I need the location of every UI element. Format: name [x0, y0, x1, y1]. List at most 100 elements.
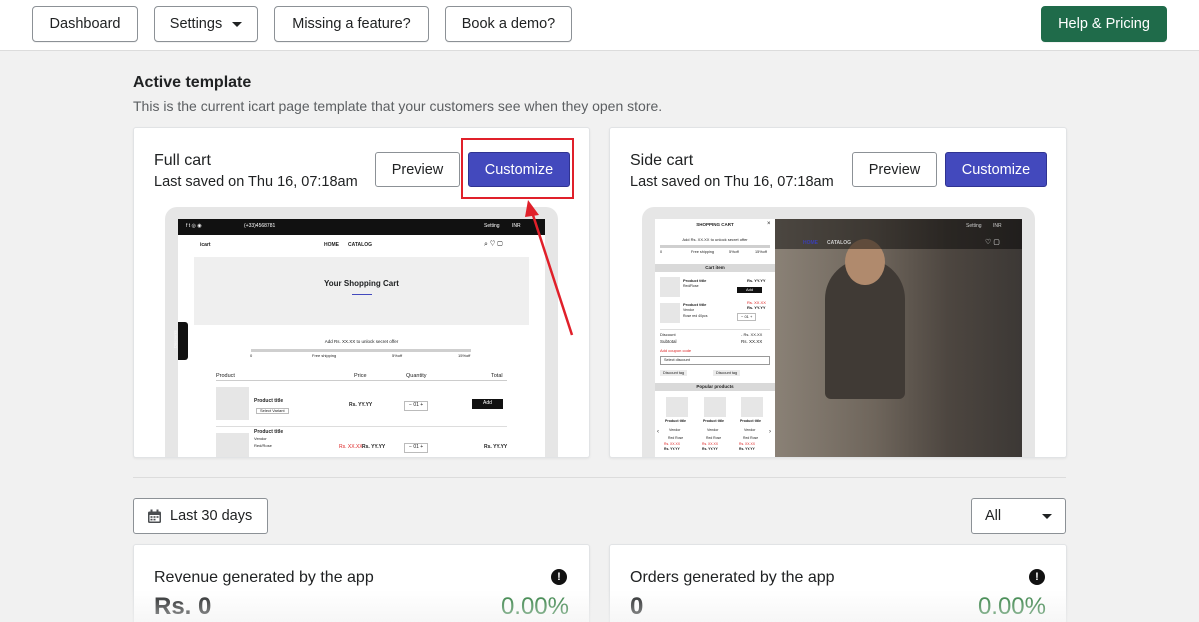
row-add-button: Add: [472, 399, 503, 409]
drawer-divider: [660, 329, 770, 330]
preview-heading: Your Shopping Cart: [324, 279, 399, 288]
preview-announcement-bar: f t ◎ ◉ (+33)4568781 Setting INR: [178, 219, 545, 235]
discount-label: Discount: [660, 332, 676, 337]
discount-tag: Discount tag: [713, 370, 741, 377]
preview-hero: Your Shopping Cart: [194, 257, 529, 325]
full-cart-preview-screen: f t ◎ ◉ (+33)4568781 Setting INR icart H…: [178, 219, 545, 457]
item1-title: Product title: [683, 278, 707, 283]
preview-table-divider: [216, 380, 507, 381]
popular-variant: Red Rose: [743, 436, 759, 440]
help-pricing-label: Help & Pricing: [1058, 16, 1150, 32]
preview-offer: Add Rs. XX.XX to unlock secret offer: [324, 339, 399, 344]
popular-price: Rs. YY.YY: [739, 447, 755, 451]
row-product-title: Product title: [254, 398, 284, 404]
date-range-label: Last 30 days: [170, 508, 253, 524]
stat-percent: 0.00%: [500, 593, 569, 620]
progress-label: 0: [250, 353, 253, 358]
drawer-offer: Add Rs. XX.XX to unlock secret offer: [682, 237, 748, 242]
row2-variant: Red/Rose: [254, 443, 272, 448]
product-image-placeholder: [216, 387, 249, 420]
popular-price: Rs. YY.YY: [702, 447, 718, 451]
help-pricing-button[interactable]: Help & Pricing: [1041, 6, 1167, 42]
side-cart-preview-frame: HOME CATALOG Setting INR ♡ ▢ SHOPPING CA…: [642, 207, 1035, 457]
missing-feature-button[interactable]: Missing a feature?: [274, 6, 429, 42]
preview-button[interactable]: Preview: [852, 152, 937, 187]
preview-setting: Setting: [484, 223, 500, 229]
item2-title: Product title: [683, 302, 707, 307]
preview-button[interactable]: Preview: [375, 152, 460, 187]
discounts-side-tab: Discounts: [173, 322, 188, 360]
annotation-arrow-icon: [525, 200, 574, 336]
orders-stat-card: Orders generated by the app ! 0 0.00%: [609, 544, 1067, 622]
template-name: Side cart: [630, 152, 694, 169]
store-nav-catalog: CATALOG: [827, 240, 851, 246]
missing-feature-label: Missing a feature?: [292, 16, 411, 32]
popular-title: Product title: [740, 419, 761, 423]
cart-item-heading: Cart item: [655, 264, 775, 272]
side-tab-label: Discounts: [172, 330, 178, 348]
drawer-progress-bar: [660, 245, 770, 248]
discount-tag: Discount tag: [660, 370, 688, 377]
close-icon: ×: [767, 221, 771, 227]
info-icon[interactable]: !: [1029, 569, 1045, 585]
store-currency: INR: [993, 223, 1002, 229]
side-cart-card: Side cart Last saved on Thu 16, 07:18am …: [609, 127, 1067, 458]
date-range-button[interactable]: Last 30 days: [133, 498, 268, 534]
last-saved: Last saved on Thu 16, 07:18am: [630, 174, 834, 190]
subtotal-value: Rs. XX.XX: [741, 339, 763, 344]
preview-heading-underline: [352, 294, 372, 295]
preview-phone: (+33)4568781: [244, 223, 276, 229]
stat-value: Rs. 0: [154, 593, 212, 620]
popular-price: Rs. YY.YY: [664, 447, 680, 451]
drawer-header: SHOPPING CART: [696, 222, 734, 227]
progress-label: Free shipping: [312, 353, 337, 358]
popular-title: Product title: [703, 419, 724, 423]
row2-qty-stepper: − 01 +: [404, 443, 429, 453]
section-divider: [133, 477, 1066, 478]
progress-label: Free shipping: [691, 250, 715, 254]
calendar-icon: [148, 509, 161, 523]
item2-qty-stepper: − 01 +: [737, 313, 757, 322]
revenue-stat-card: Revenue generated by the app ! Rs. 0 0.0…: [133, 544, 590, 622]
top-bar: Dashboard Settings Missing a feature? Bo…: [0, 0, 1199, 51]
column-header: Total: [491, 373, 503, 379]
row2-total: Rs. YY.YY: [484, 444, 508, 450]
book-demo-button[interactable]: Book a demo?: [445, 6, 572, 42]
store-nav-home: HOME: [803, 240, 818, 246]
add-coupon-link: Add coupon code: [660, 348, 692, 353]
customize-label: Customize: [961, 161, 1031, 178]
column-header: Price: [354, 373, 367, 379]
info-icon[interactable]: !: [551, 569, 567, 585]
item2-qty: 01: [744, 314, 749, 319]
store-header-icons: ♡ ▢: [985, 239, 1000, 246]
preview-row-divider: [216, 426, 507, 427]
popular-products-heading: Popular products: [655, 383, 775, 391]
preview-logo: icart: [200, 242, 211, 248]
row-qty: 01: [413, 402, 419, 408]
preview-nav-home: HOME: [324, 242, 339, 248]
active-template-description: This is the current icart page template …: [133, 98, 663, 114]
filter-select-value: All: [985, 508, 1002, 524]
item1-add-button: Add: [737, 287, 763, 294]
preview-header-icons: ⌕ ♡ ▢: [484, 241, 503, 248]
row2-vendor: Vendor: [254, 436, 267, 441]
progress-label: 0: [660, 250, 663, 254]
product-image-placeholder: [704, 397, 726, 417]
product-image-placeholder: [660, 303, 680, 323]
popular-variant: Red Rose: [668, 436, 684, 440]
preview-nav-catalog: CATALOG: [348, 242, 372, 248]
column-header: Product: [216, 373, 235, 379]
item1-variant: Red/Rose: [683, 284, 699, 288]
filter-select[interactable]: All: [971, 498, 1066, 534]
customize-button[interactable]: Customize: [945, 152, 1047, 187]
template-name: Full cart: [154, 152, 211, 169]
dashboard-button[interactable]: Dashboard: [32, 6, 138, 42]
settings-dropdown[interactable]: Settings: [154, 6, 258, 42]
popular-title: Product title: [665, 419, 686, 423]
row2-price: Rs. YY.YY: [362, 444, 386, 450]
product-image-placeholder: [216, 433, 249, 457]
dashboard-label: Dashboard: [49, 16, 121, 32]
active-template-title: Active template: [133, 74, 252, 91]
full-cart-preview-frame: f t ◎ ◉ (+33)4568781 Setting INR icart H…: [165, 207, 558, 457]
side-cart-preview-screen: HOME CATALOG Setting INR ♡ ▢ SHOPPING CA…: [655, 219, 1022, 457]
